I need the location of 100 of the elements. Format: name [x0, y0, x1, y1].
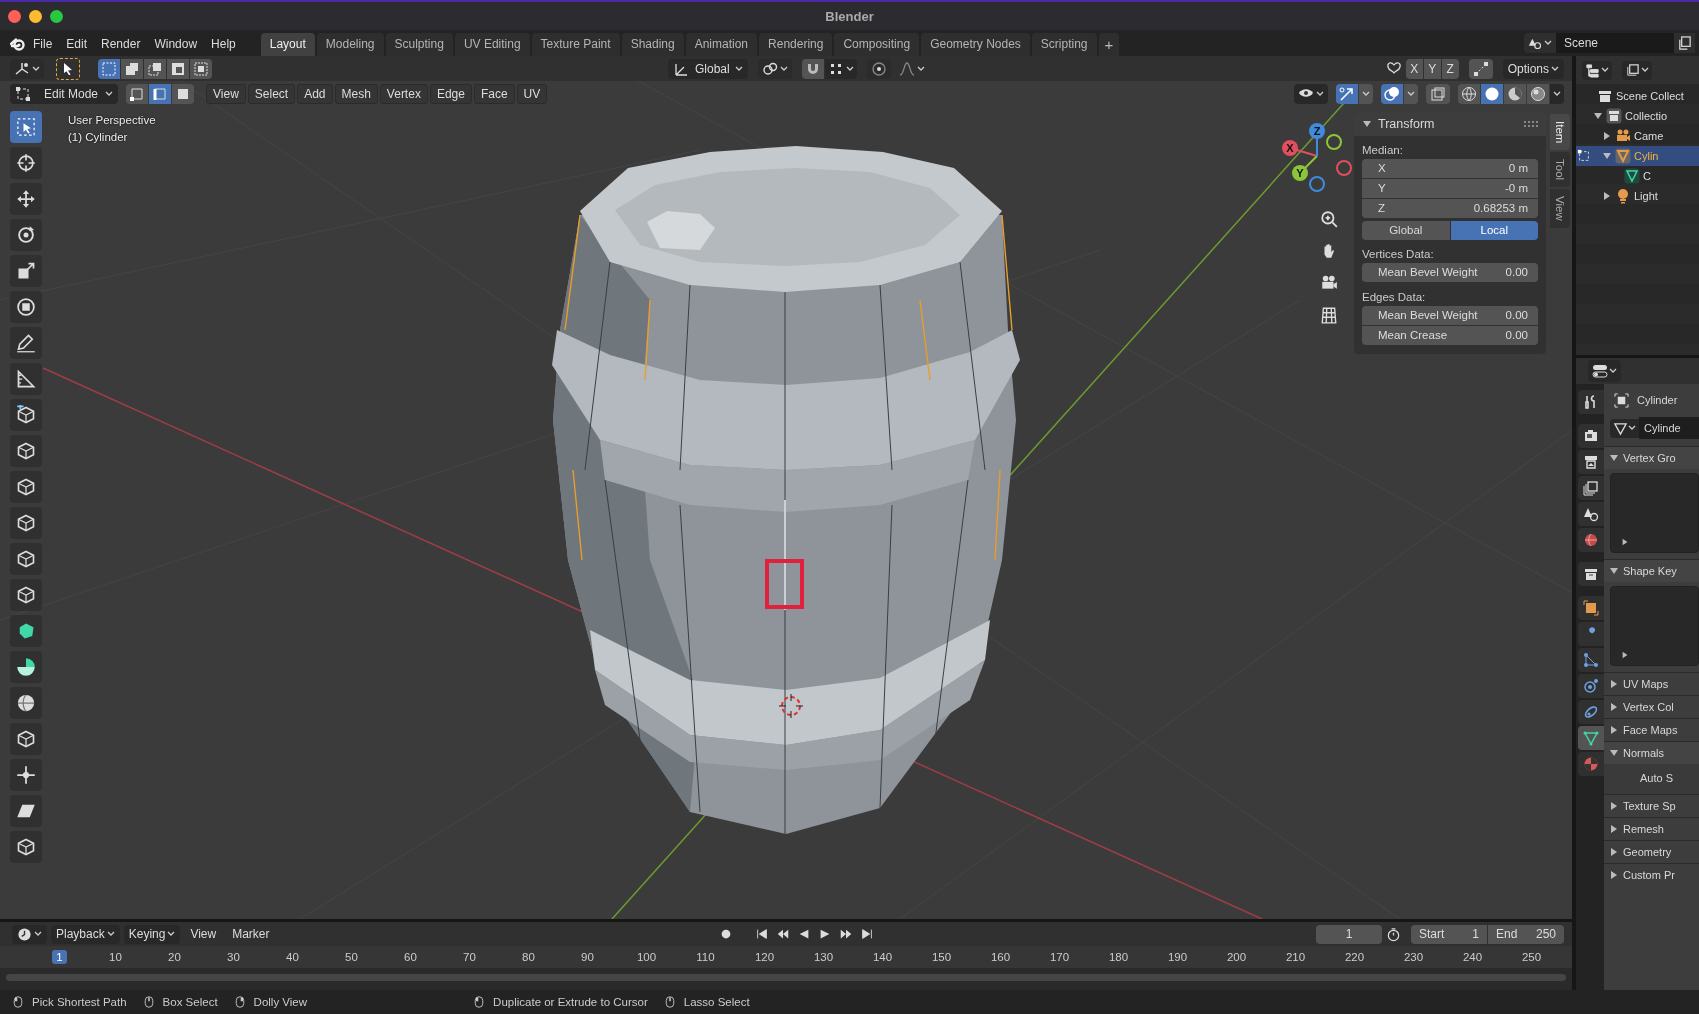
add-workspace-button[interactable]: + [1098, 33, 1120, 56]
frame-number: 220 [1344, 951, 1365, 963]
outliner-row[interactable]: Light [1576, 186, 1699, 206]
frame-number: 180 [1108, 951, 1129, 963]
current-frame-field[interactable]: 1 [1316, 924, 1382, 944]
number-field[interactable]: Z 0.68253 m [1362, 199, 1538, 218]
menu-dropdown[interactable]: Playback [51, 924, 120, 944]
workspace-tab[interactable]: Geometry Nodes [921, 33, 1030, 56]
view-name: User Perspective [68, 113, 156, 128]
frame-number: 190 [1167, 951, 1188, 963]
frame-number: 120 [754, 951, 775, 963]
workspace-tab[interactable]: Compositing [834, 33, 920, 56]
frame-number: 40 [286, 951, 299, 963]
workspace-tab[interactable]: Modeling [316, 33, 384, 56]
menu-button[interactable]: Select [247, 83, 296, 104]
workspace-tab[interactable]: Shading [621, 33, 684, 56]
object-label: (1) Cylinder [68, 130, 128, 145]
menu-item[interactable]: File [26, 33, 60, 55]
sidebar-tab[interactable]: Tool [1550, 152, 1570, 188]
section-label: Edges Data: [1361, 290, 1427, 305]
frame-number: 50 [345, 951, 358, 963]
menu-button[interactable]: View [206, 83, 246, 104]
frame-number: 240 [1462, 951, 1483, 963]
menu-button[interactable]: Add [297, 83, 333, 104]
frame-number: 110 [696, 951, 715, 963]
object-name: Cylinder [1637, 394, 1678, 406]
frame-number: 230 [1403, 951, 1424, 963]
axis-handle[interactable]: Z [1309, 123, 1325, 157]
workspace-tab[interactable]: Scripting [1031, 33, 1097, 56]
menu-button[interactable]: Face [473, 83, 515, 104]
panel-header[interactable]: Normals [1604, 742, 1699, 764]
menu-button[interactable]: Mesh [334, 83, 378, 104]
status-hint: Dolly View [253, 996, 308, 1008]
checkbox-label: Auto S [1640, 772, 1674, 784]
sidebar-tab[interactable]: Item [1550, 114, 1570, 151]
menu-item[interactable]: Window [147, 33, 205, 55]
end-frame-field[interactable]: End 250 [1488, 924, 1564, 944]
outliner-row[interactable]: Came [1576, 126, 1699, 146]
menu-button[interactable]: UV [516, 83, 548, 104]
mode-dropdown[interactable]: Edit Mode [10, 83, 118, 104]
panel-title: Transform [1378, 117, 1435, 131]
frame-number: 250 [1521, 951, 1542, 963]
space-toggle[interactable]: Local [1450, 221, 1538, 240]
outliner-row[interactable]: Scene Collect [1576, 86, 1699, 106]
mesh-name-field[interactable]: Cylinde [1639, 417, 1699, 439]
menu-item[interactable]: Help [204, 33, 243, 55]
frame-number: 140 [872, 951, 893, 963]
workspace-tab[interactable]: UV Editing [454, 33, 530, 56]
panel-header[interactable]: Shape Key [1604, 560, 1699, 582]
frame-number: 20 [168, 951, 181, 963]
frame-number: 10 [109, 951, 122, 963]
scene-name-field[interactable]: Scene [1556, 33, 1674, 53]
frame-number: 150 [931, 951, 952, 963]
frame-number: 30 [227, 951, 240, 963]
menu-item[interactable]: Edit [59, 33, 95, 55]
menu-button[interactable]: View [184, 927, 223, 941]
workspace-tab[interactable]: Rendering [759, 33, 833, 56]
menu-button[interactable]: Edge [429, 83, 472, 104]
status-hint: Duplicate or Extrude to Cursor [493, 996, 648, 1008]
number-field[interactable]: X 0 m [1362, 159, 1538, 178]
section-label: Vertices Data: [1361, 247, 1435, 262]
axis-handle[interactable]: Y [1292, 155, 1318, 181]
number-field[interactable]: Mean Bevel Weight 0.00 [1362, 306, 1538, 325]
frame-number: 200 [1226, 951, 1247, 963]
space-toggle[interactable]: Global [1362, 221, 1450, 240]
orientation-dropdown[interactable]: Global [668, 58, 749, 79]
number-field[interactable]: Mean Bevel Weight 0.00 [1362, 263, 1538, 282]
frame-number: 130 [813, 951, 834, 963]
frame-number: 70 [463, 951, 476, 963]
menu-button[interactable]: Marker [226, 927, 276, 941]
outliner-row[interactable]: C [1576, 166, 1699, 186]
menu-dropdown[interactable]: Keying [123, 924, 181, 944]
status-hint: Box Select [162, 996, 218, 1008]
workspace-tab[interactable]: Animation [685, 33, 758, 56]
mirror-axis-toggle[interactable]: X [1405, 58, 1423, 79]
axis-handle[interactable]: X [1282, 140, 1318, 157]
outliner-row[interactable]: Cylin [1576, 146, 1699, 166]
workspace-tab[interactable]: Layout [260, 33, 315, 56]
menu-item[interactable]: Render [94, 33, 148, 55]
status-hint: Pick Shortest Path [32, 996, 127, 1008]
panel-header[interactable]: Vertex Gro [1604, 447, 1699, 469]
frame-number: 1 [52, 950, 67, 964]
status-hint: Lasso Select [683, 996, 750, 1008]
frame-number: 60 [404, 951, 417, 963]
options-dropdown[interactable]: Options [1502, 58, 1564, 79]
frame-number: 80 [522, 951, 535, 963]
menu-button[interactable]: Vertex [379, 83, 428, 104]
mirror-axis-toggle[interactable]: Y [1423, 58, 1441, 79]
mirror-axis-toggle[interactable]: Z [1441, 58, 1459, 79]
workspace-tab[interactable]: Texture Paint [531, 33, 620, 56]
frame-number: 100 [636, 951, 657, 963]
frame-number: 160 [990, 951, 1011, 963]
frame-number: 210 [1285, 951, 1306, 963]
sidebar-tab[interactable]: View [1550, 189, 1570, 229]
frame-number: 90 [581, 951, 594, 963]
number-field[interactable]: Mean Crease 0.00 [1362, 326, 1538, 345]
workspace-tab[interactable]: Sculpting [385, 33, 453, 56]
start-frame-field[interactable]: Start 1 [1411, 924, 1487, 944]
number-field[interactable]: Y -0 m [1362, 179, 1538, 198]
outliner-row[interactable]: Collectio [1576, 106, 1699, 126]
